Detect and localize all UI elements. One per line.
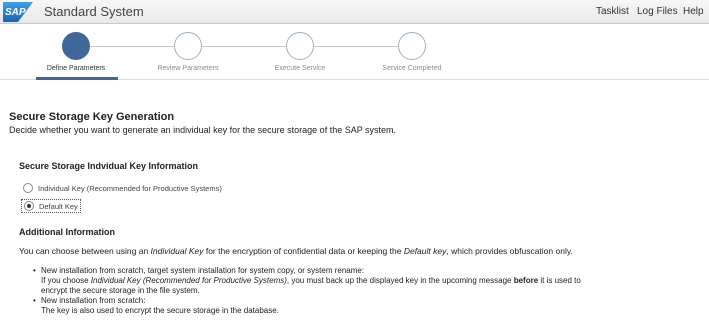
radio-button[interactable] — [23, 183, 33, 193]
svg-text:SAP: SAP — [5, 7, 26, 18]
active-step-indicator — [36, 77, 118, 80]
radio-button[interactable] — [24, 201, 34, 211]
section-description: Decide whether you want to generate an i… — [9, 125, 397, 135]
roadmap-step-define-parameters[interactable]: Define Parameters — [20, 25, 132, 80]
sap-logo: SAP — [3, 2, 33, 22]
radio-label: Individual Key (Recommended for Producti… — [38, 183, 222, 193]
shell-header: SAP Standard System Tasklist Log Files H… — [0, 0, 709, 24]
roadmap-step-review-parameters[interactable]: Review Parameters — [132, 25, 244, 80]
roadmap: Define Parameters Review Parameters Exec… — [0, 25, 709, 80]
additional-info-title: Additional Information — [19, 227, 115, 237]
step-circle — [62, 32, 90, 60]
app-title: Standard System — [44, 4, 144, 19]
tasklist-link[interactable]: Tasklist — [596, 6, 629, 17]
step-circle — [174, 32, 202, 60]
step-label: Define Parameters — [46, 65, 106, 72]
additional-info-paragraph: You can choose between using an Individu… — [19, 246, 573, 256]
step-label: Review Parameters — [157, 65, 219, 72]
default-key-radio[interactable]: Default Key — [21, 199, 81, 213]
step-circle — [286, 32, 314, 60]
roadmap-step-execute-service[interactable]: Execute Service — [244, 25, 356, 80]
list-item: New installation from scratch, target sy… — [33, 266, 703, 296]
radio-label: Default Key — [39, 201, 78, 211]
step-label: Service Completed — [382, 65, 442, 72]
help-link[interactable]: Help — [683, 6, 704, 17]
key-info-title: Secure Storage Indvidual Key Information — [19, 161, 199, 171]
log-files-link[interactable]: Log Files — [637, 6, 678, 17]
step-circle — [398, 32, 426, 60]
info-bullet-list: New installation from scratch, target sy… — [33, 266, 703, 316]
step-label: Execute Service — [274, 65, 326, 72]
list-item: New installation from scratch: The key i… — [33, 296, 703, 316]
individual-key-radio[interactable]: Individual Key (Recommended for Producti… — [23, 181, 222, 195]
section-title: Secure Storage Key Generation — [9, 111, 175, 123]
roadmap-step-service-completed[interactable]: Service Completed — [356, 25, 468, 80]
